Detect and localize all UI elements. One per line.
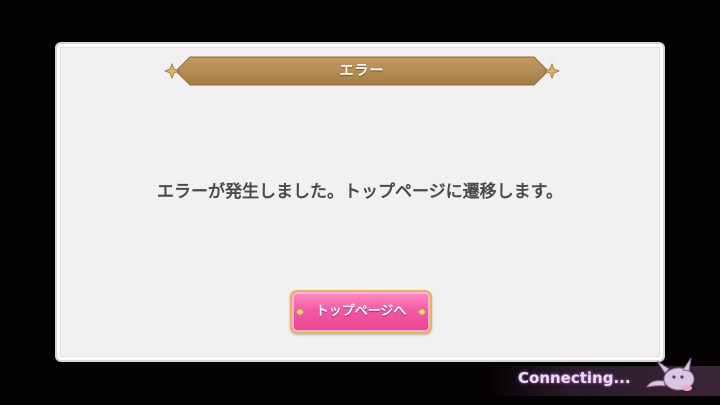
button-ornament-right-icon (417, 308, 427, 316)
mascot-icon (646, 357, 695, 391)
error-message: エラーが発生しました。トップページに遷移します。 (157, 182, 563, 202)
error-dialog: エラー エラーが発生しました。トップページに遷移します。 トップページへ (55, 42, 665, 362)
button-label: トップページへ (315, 304, 407, 319)
dialog-title: エラー (339, 63, 385, 79)
go-to-top-page-button[interactable]: トップページへ (290, 290, 432, 334)
title-banner: エラー (162, 56, 562, 86)
connecting-status-text: Connecting... (518, 369, 631, 387)
